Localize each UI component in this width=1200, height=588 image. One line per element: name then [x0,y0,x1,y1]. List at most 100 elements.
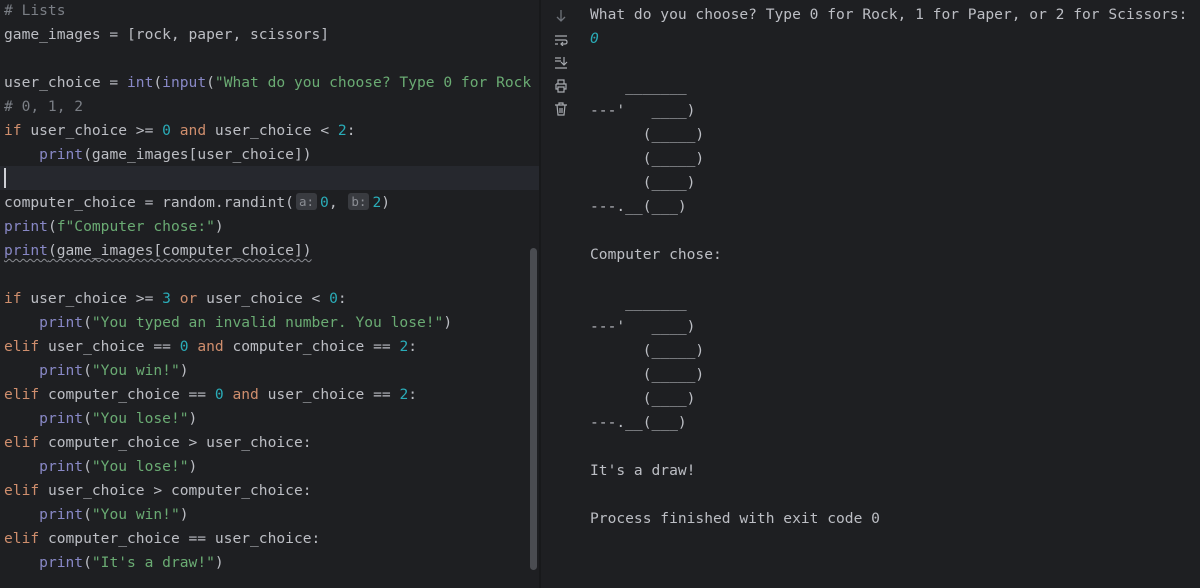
code-token: : [346,122,356,139]
code-line-16[interactable]: print("You win!") [4,359,189,383]
param-hint-a: a: [295,193,318,210]
code-token: print [4,218,48,235]
code-token: 2 [372,194,382,211]
code-token: user_choice == [258,386,400,403]
editor-scrollbar[interactable] [530,248,537,570]
ascii-art-line: (_____) [590,342,705,359]
code-token: ( [83,506,92,523]
code-token: input [162,74,207,91]
code-token: print [39,314,84,331]
code-token: computer_choice > user_choice: [39,434,312,451]
code-line-7[interactable]: print(game_images[user_choice]) [4,143,312,167]
code-token: print [39,458,84,475]
code-token: elif [4,338,40,355]
code-token: : [408,386,418,403]
code-line-23[interactable]: elif computer_choice == user_choice: [4,527,320,551]
code-token: computer_choice == [223,338,400,355]
exit-message: Process finished with exit code 0 [590,510,880,527]
code-token: or [170,290,198,307]
code-token: ) [443,314,453,331]
code-line-22[interactable]: print("You win!") [4,503,189,527]
warning-underline: print(game_images[computer_choice]) [4,242,312,259]
soft-wrap-icon[interactable] [551,30,571,50]
code-token: ( [83,362,92,379]
code-token: if [4,290,22,307]
current-line-highlight [0,166,539,190]
code-line-15[interactable]: elif user_choice == 0 and computer_choic… [4,335,417,359]
code-token: 0 [329,290,338,307]
code-line-2[interactable]: game_images = [rock, paper, scissors] [4,23,329,47]
code-token: and [223,386,259,403]
code-line-10[interactable]: print(f"Computer chose:") [4,215,224,239]
ascii-art-line: (_____) [590,126,705,143]
code-token: print [39,362,84,379]
ascii-art-line: (____) [590,390,696,407]
ascii-art-line: (_____) [590,366,705,383]
code-token: ) [214,218,224,235]
scroll-down-icon[interactable] [551,6,571,26]
comment: # 0, 1, 2 [4,98,84,115]
code-token: "What do you choose? Type 0 for Rock [214,74,532,91]
code-token: (game_images[user_choice]) [83,146,312,163]
code-token: 0 [320,194,329,211]
text-caret [4,168,6,188]
code-token: ( [206,74,215,91]
param-hint-b: b: [348,193,370,210]
code-line-6[interactable]: if user_choice >= 0 and user_choice < 2: [4,119,356,143]
trash-icon[interactable] [551,99,571,119]
code-editor[interactable]: # Lists game_images = [rock, paper, scis… [0,0,539,588]
code-line-11[interactable]: print(game_images[computer_choice]) [4,239,312,263]
code-line-4[interactable]: user_choice = int(input("What do you cho… [4,71,531,95]
code-token: computer_choice == [39,386,215,403]
code-line-24[interactable]: print("It's a draw!") [4,551,224,575]
code-token: user_choice == [39,338,180,355]
scroll-to-end-icon[interactable] [551,53,571,73]
code-token: user_choice = [4,74,128,91]
code-line-14[interactable]: print("You typed an invalid number. You … [4,311,452,335]
code-line-18[interactable]: print("You lose!") [4,407,197,431]
code-token: , [328,194,347,211]
code-token: print [39,506,84,523]
code-line-17[interactable]: elif computer_choice == 0 and user_choic… [4,383,417,407]
ascii-art-line: ---' ____) [590,318,696,335]
computer-chose-label: Computer chose: [590,246,722,263]
code-token: ) [179,362,189,379]
code-token: print [39,410,84,427]
code-line-1[interactable]: # Lists [4,0,66,23]
code-token: 2 [399,386,409,403]
code-token: elif [4,434,40,451]
ascii-art-line: (____) [590,174,696,191]
code-token: "You typed an invalid number. You lose!" [91,314,444,331]
code-token: 0 [179,338,189,355]
run-console[interactable]: What do you choose? Type 0 for Rock, 1 f… [590,0,1195,588]
code-token: ) [188,410,198,427]
code-line-13[interactable]: if user_choice >= 3 or user_choice < 0: [4,287,347,311]
code-token: print [4,242,48,259]
console-user-input: 0 [590,30,599,47]
code-token: computer_choice = random.randint( [4,194,294,211]
code-token: "You lose!" [91,410,189,427]
code-token: "You win!" [91,506,180,523]
code-token: "It's a draw!" [91,554,215,571]
code-token: print [39,554,84,571]
code-token: elif [4,386,40,403]
code-token: 2 [337,122,347,139]
code-token: ) [179,506,189,523]
code-token: (game_images[computer_choice]) [47,242,312,259]
code-token: "You win!" [91,362,180,379]
code-token: "You lose!" [91,458,189,475]
code-line-20[interactable]: print("You lose!") [4,455,197,479]
code-token: ( [83,458,92,475]
code-line-9[interactable]: computer_choice = random.randint(a: 0, b:… [4,191,390,215]
code-line-5[interactable]: # 0, 1, 2 [4,95,83,119]
code-token: user_choice >= [21,290,163,307]
print-icon[interactable] [551,76,571,96]
code-line-21[interactable]: elif user_choice > computer_choice: [4,479,312,503]
code-line-19[interactable]: elif computer_choice > user_choice: [4,431,312,455]
